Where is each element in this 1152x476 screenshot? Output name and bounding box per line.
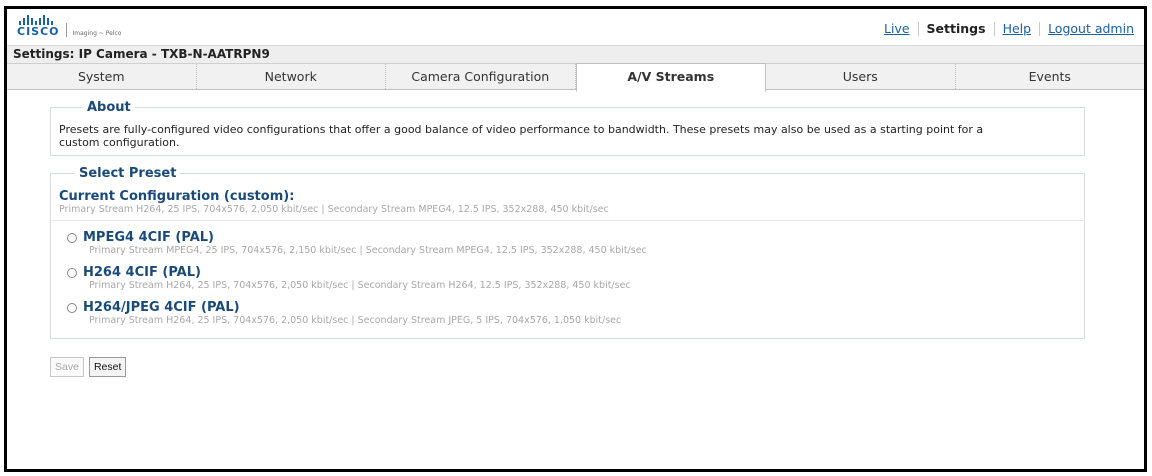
header: CISCO Imaging ~ Pelco Live Settings Help… xyxy=(7,9,1144,46)
main-content: About Presets are fully-configured video… xyxy=(7,90,1144,377)
tab-system[interactable]: System xyxy=(7,64,197,89)
top-navigation: Live Settings Help Logout admin xyxy=(884,21,1134,36)
tab-camera-configuration[interactable]: Camera Configuration xyxy=(386,64,576,89)
current-configuration: Current Configuration (custom): Primary … xyxy=(51,185,1084,221)
preset-radio-h264-jpeg-4cif[interactable] xyxy=(67,302,77,313)
about-legend: About xyxy=(87,100,131,115)
preset-desc: Primary Stream H264, 25 IPS, 704x576, 2,… xyxy=(89,280,631,291)
page-title: Settings: IP Camera - TXB-N-AATRPN9 xyxy=(7,46,1144,64)
preset-title[interactable]: H264 4CIF (PAL) xyxy=(83,265,201,280)
preset-option: H264 4CIF (PAL) Primary Stream H264, 25 … xyxy=(51,256,1084,291)
nav-divider xyxy=(1039,21,1041,36)
preset-desc: Primary Stream H264, 25 IPS, 704x576, 2,… xyxy=(89,315,622,326)
about-text: Presets are fully-configured video confi… xyxy=(59,123,984,149)
camera-settings-window: CISCO Imaging ~ Pelco Live Settings Help… xyxy=(4,6,1147,472)
preset-desc: Primary Stream MPEG4, 25 IPS, 704x576, 2… xyxy=(89,245,647,256)
save-button[interactable]: Save xyxy=(50,357,84,377)
preset-radio-h264-4cif[interactable] xyxy=(67,267,77,278)
current-configuration-title: Current Configuration (custom): xyxy=(59,189,295,204)
logo-divider xyxy=(65,23,67,37)
select-preset-legend: Select Preset xyxy=(79,166,177,181)
cisco-logo: CISCO Imaging ~ Pelco xyxy=(17,15,121,37)
select-preset-section: Select Preset Current Configuration (cus… xyxy=(50,166,1085,339)
cisco-bars-icon xyxy=(19,15,53,25)
tab-av-streams[interactable]: A/V Streams xyxy=(575,63,766,92)
logout-link[interactable]: Logout admin xyxy=(1048,21,1134,36)
cisco-brand: CISCO xyxy=(17,15,60,37)
current-configuration-desc: Primary Stream H264, 25 IPS, 704x576, 2,… xyxy=(59,204,609,215)
preset-title[interactable]: MPEG4 4CIF (PAL) xyxy=(83,230,214,245)
cisco-wordmark: CISCO xyxy=(17,25,60,38)
settings-tabs: System Network Camera Configuration A/V … xyxy=(7,63,1145,92)
preset-radio-mpeg4-4cif[interactable] xyxy=(67,232,77,243)
reset-button[interactable]: Reset xyxy=(88,357,127,377)
live-link[interactable]: Live xyxy=(884,21,910,36)
about-section: About Presets are fully-configured video… xyxy=(50,100,1085,156)
nav-divider xyxy=(917,21,919,36)
imaging-pelco-label: Imaging ~ Pelco xyxy=(72,30,122,37)
form-buttons: Save Reset xyxy=(50,339,1144,377)
preset-title[interactable]: H264/JPEG 4CIF (PAL) xyxy=(83,300,240,315)
help-link[interactable]: Help xyxy=(1003,21,1032,36)
tab-users[interactable]: Users xyxy=(766,64,956,89)
preset-option: MPEG4 4CIF (PAL) Primary Stream MPEG4, 2… xyxy=(51,221,1084,256)
nav-divider xyxy=(993,21,995,36)
preset-option: H264/JPEG 4CIF (PAL) Primary Stream H264… xyxy=(51,291,1084,326)
settings-link[interactable]: Settings xyxy=(927,21,986,36)
tab-network[interactable]: Network xyxy=(197,64,386,89)
tab-events[interactable]: Events xyxy=(956,64,1145,89)
